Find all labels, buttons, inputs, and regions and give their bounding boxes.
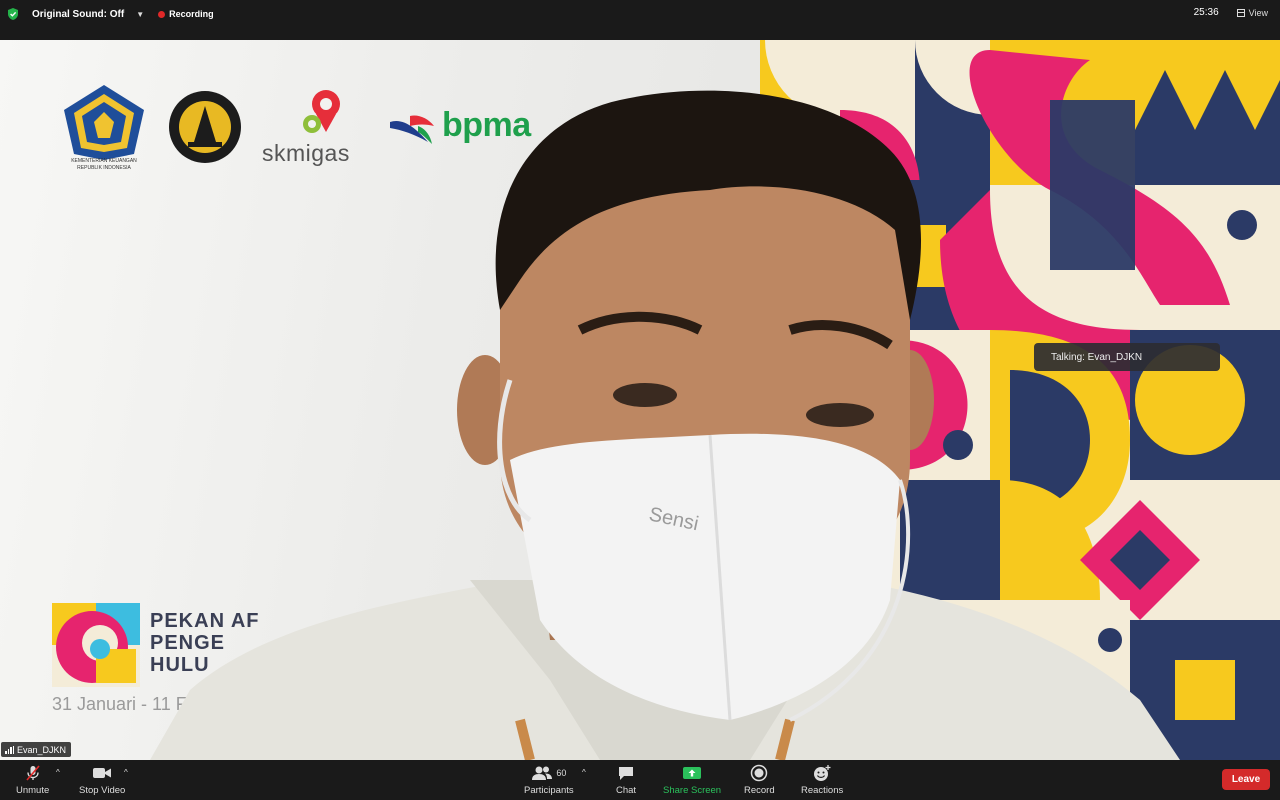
meeting-top-bar: Original Sound: Off ▼ Recording 25:36 Vi… <box>0 0 1280 40</box>
share-screen-button[interactable]: Share Screen <box>663 764 721 796</box>
share-screen-icon <box>683 767 702 779</box>
active-speaker-video[interactable]: KEMENTERIAN KEUANGAN REPUBLIK INDONESIA … <box>0 40 1280 760</box>
signal-bars-icon <box>5 745 14 754</box>
participants-icon <box>532 766 553 780</box>
kemenkeu-caption-line-2: REPUBLIK INDONESIA <box>77 165 131 171</box>
kemenkeu-caption: KEMENTERIAN KEUANGAN REPUBLIK INDONESIA <box>54 158 154 172</box>
reactions-button[interactable]: Reactions <box>801 764 843 796</box>
participant-name: Evan_DJKN <box>17 744 67 755</box>
chat-button[interactable]: Chat <box>616 764 636 796</box>
reactions-smiley-icon <box>814 765 831 781</box>
event-logo <box>52 603 140 687</box>
chat-bubble-icon <box>619 767 634 780</box>
top-left-status: Original Sound: Off ▼ Recording <box>6 5 214 23</box>
stop-video-label: Stop Video <box>79 785 126 796</box>
microphone-muted-icon <box>26 765 40 781</box>
chevron-down-icon[interactable]: ▼ <box>136 10 144 19</box>
recording-dot-icon <box>158 10 166 18</box>
participant-person: Sensi <box>150 90 1180 760</box>
unmute-button[interactable]: Unmute <box>16 764 49 796</box>
recording-label: Recording <box>169 9 214 19</box>
participants-count: 60 <box>556 768 567 778</box>
top-right-controls: 25:36 View <box>1194 7 1268 18</box>
original-sound-toggle[interactable]: Original Sound: Off <box>32 9 124 20</box>
meeting-timer: 25:36 <box>1193 7 1219 18</box>
participants-label: Participants <box>524 785 574 796</box>
view-label: View <box>1248 7 1268 18</box>
record-icon <box>751 764 768 782</box>
record-label: Record <box>744 785 775 796</box>
leave-button[interactable]: Leave <box>1222 769 1270 790</box>
participants-options-chevron-icon[interactable]: ^ <box>582 768 586 777</box>
meeting-controls-toolbar: Unmute ^ Stop Video ^ 60 Participants ^ <box>0 760 1280 800</box>
video-camera-icon <box>93 768 112 778</box>
record-button[interactable]: Record <box>744 764 775 796</box>
audio-options-chevron-icon[interactable]: ^ <box>56 768 60 777</box>
security-shield-icon[interactable] <box>6 7 20 21</box>
kemenkeu-caption-line-1: KEMENTERIAN KEUANGAN <box>71 158 137 164</box>
video-options-chevron-icon[interactable]: ^ <box>124 768 128 777</box>
participants-button[interactable]: 60 Participants <box>524 764 574 796</box>
view-button[interactable]: View <box>1236 7 1268 18</box>
stop-video-button[interactable]: Stop Video <box>79 764 125 796</box>
share-screen-label: Share Screen <box>663 785 722 796</box>
talking-indicator: Talking: Evan_DJKN <box>1034 343 1220 371</box>
chat-label: Chat <box>616 785 637 796</box>
view-grid-icon <box>1236 8 1245 17</box>
recording-indicator[interactable]: Recording <box>158 9 214 19</box>
participant-name-tag: Evan_DJKN <box>1 742 72 757</box>
reactions-label: Reactions <box>801 785 844 796</box>
unmute-label: Unmute <box>16 785 50 796</box>
